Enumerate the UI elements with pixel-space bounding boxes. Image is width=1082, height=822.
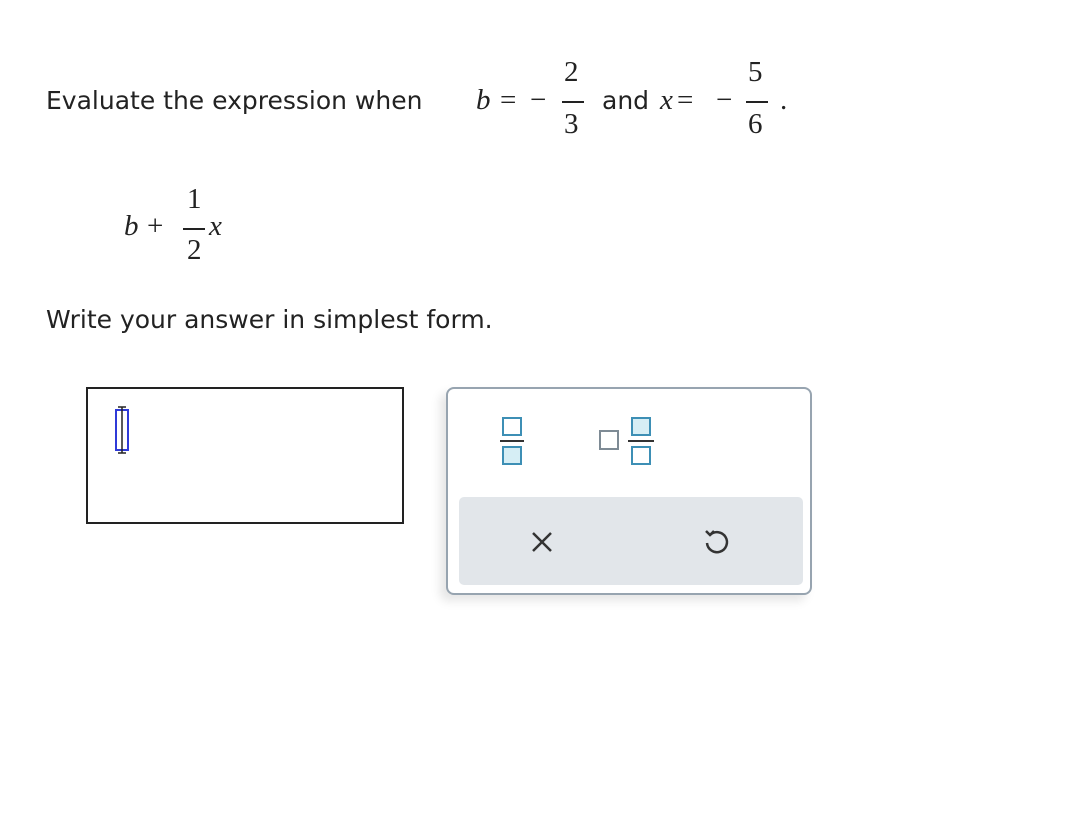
x-numerator: 5	[748, 56, 763, 88]
minus-sign: −	[530, 84, 547, 116]
expr-plus: +	[147, 210, 164, 242]
mixed-number-icon	[599, 417, 654, 465]
answer-input[interactable]	[86, 387, 404, 524]
equals-sign: =	[500, 84, 517, 116]
x-variable: x	[660, 84, 673, 116]
close-icon	[532, 532, 552, 552]
b-numerator: 2	[564, 56, 579, 88]
equals-sign-2: =	[677, 84, 694, 116]
palette-action-bar	[459, 497, 803, 585]
mixed-number-button[interactable]	[594, 413, 660, 473]
expr-numerator: 1	[187, 183, 202, 215]
and-text: and	[602, 86, 650, 115]
x-denominator: 6	[748, 108, 763, 140]
b-denominator: 3	[564, 108, 579, 140]
minus-sign-2: −	[716, 84, 733, 116]
period: .	[780, 84, 788, 116]
clear-button[interactable]	[527, 527, 557, 557]
fraction-button[interactable]	[496, 413, 530, 473]
expr-b: b	[124, 210, 139, 242]
prompt-text: Evaluate the expression when	[46, 86, 423, 115]
b-variable: b	[476, 84, 491, 116]
math-palette	[446, 387, 812, 595]
undo-icon	[705, 530, 729, 554]
expr-denominator: 2	[187, 234, 202, 266]
fraction-icon	[500, 417, 524, 465]
empty-slot-cursor-icon	[115, 406, 129, 454]
instruction-text: Write your answer in simplest form.	[46, 305, 493, 334]
expr-fraction-bar	[183, 228, 205, 230]
x-fraction-bar	[746, 101, 768, 103]
b-fraction-bar	[562, 101, 584, 103]
undo-button[interactable]	[701, 527, 731, 557]
expr-x: x	[209, 210, 222, 242]
